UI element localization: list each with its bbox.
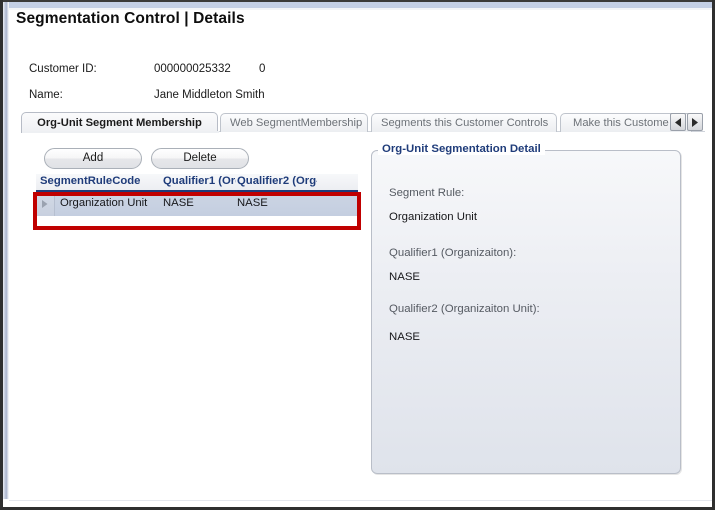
page-title: Segmentation Control | Details: [16, 10, 245, 27]
table-row[interactable]: Organization Unit NASE NASE: [36, 192, 358, 216]
triangle-left-icon: [674, 118, 681, 127]
delete-button[interactable]: Delete: [151, 148, 249, 169]
detail-panel-legend: Org-Unit Segmentation Detail: [378, 143, 545, 155]
column-header-qualifier2[interactable]: Qualifier2 (Org-: [237, 175, 317, 187]
window-left-gutter: [3, 2, 9, 499]
customer-name-label: Name:: [29, 89, 63, 101]
cell-segment-rule-code: Organization Unit: [60, 197, 148, 209]
triangle-right-icon: [691, 118, 698, 127]
tab-segments-this-customer-controls[interactable]: Segments this Customer Controls: [371, 113, 557, 132]
row-selector-cell[interactable]: [36, 192, 55, 216]
customer-id-suffix-value: 0: [259, 63, 266, 75]
column-header-qualifier1[interactable]: Qualifier1 (Org-I: [163, 175, 236, 187]
customer-name-value: Jane Middleton Smith: [154, 89, 265, 101]
tab-web-segment-membership[interactable]: Web SegmentMembership: [220, 113, 368, 132]
tab-org-unit-segment-membership[interactable]: Org-Unit Segment Membership: [21, 112, 218, 133]
tab-scroll-left-button[interactable]: [670, 113, 686, 131]
column-header-segment-rule-code[interactable]: SegmentRuleCode: [40, 175, 158, 187]
detail-value-qualifier2: NASE: [389, 331, 421, 343]
add-button[interactable]: Add: [44, 148, 142, 169]
tab-label: Org-Unit Segment Membership: [37, 117, 202, 129]
customer-id-value: 000000025332: [154, 63, 231, 75]
detail-label-segment-rule: Segment Rule:: [389, 187, 465, 199]
active-tab-underline: [22, 131, 219, 133]
cell-qualifier2: NASE: [237, 197, 268, 209]
triangle-right-icon: [42, 200, 48, 208]
tab-label: Web SegmentMembership: [230, 117, 363, 129]
detail-value-segment-rule: Organization Unit: [389, 211, 478, 223]
tabstrip: Org-Unit Segment Membership Web SegmentM…: [21, 112, 705, 133]
tab-scroll-right-button[interactable]: [687, 113, 703, 131]
segment-membership-grid: SegmentRuleCode Qualifier1 (Org-I Qualif…: [36, 174, 358, 216]
cell-qualifier1: NASE: [163, 197, 194, 209]
detail-label-qualifier1: Qualifier1 (Organizaiton):: [389, 247, 517, 259]
detail-value-qualifier1: NASE: [389, 271, 421, 283]
grid-header-row: SegmentRuleCode Qualifier1 (Org-I Qualif…: [36, 174, 358, 192]
tab-label: Segments this Customer Controls: [381, 117, 549, 129]
customer-id-label: Customer ID:: [29, 63, 97, 75]
segmentation-control-window: Segmentation Control | Details Customer …: [0, 0, 715, 510]
content-bottom-divider: [9, 500, 712, 501]
detail-label-qualifier2: Qualifier2 (Organizaiton Unit):: [389, 303, 540, 315]
tab-label: Make this Custome: [573, 117, 669, 129]
